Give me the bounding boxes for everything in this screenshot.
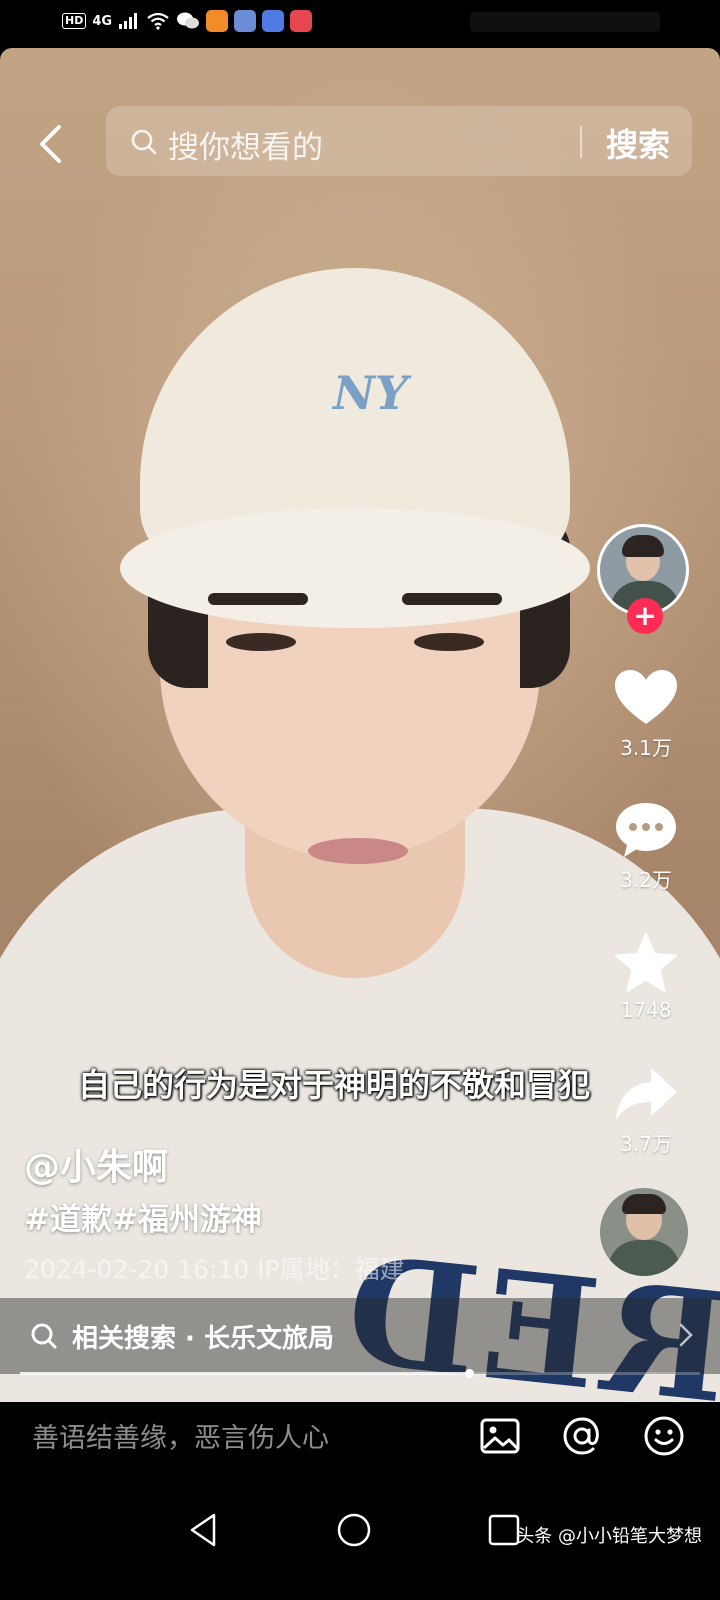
mail-app-icon: [262, 10, 285, 32]
share-icon: [616, 1068, 677, 1120]
wechat-icon: [177, 12, 200, 29]
heart-icon: [615, 670, 677, 724]
video-subtitle: 自己的行为是对于神明的不敬和冒犯: [78, 1066, 591, 1104]
follow-button[interactable]: +: [627, 598, 663, 634]
search-icon: [131, 129, 157, 155]
cap-logo: NY: [333, 366, 408, 420]
watermark: 头条 @小小铅笔大梦想: [516, 1526, 702, 1547]
comment-action[interactable]: 3.2万: [600, 800, 692, 893]
left-eye: [226, 633, 296, 651]
music-app-icon: [234, 10, 257, 32]
left-eyebrow: [208, 593, 308, 605]
search-input[interactable]: 搜你想看的: [168, 122, 323, 167]
back-button[interactable]: [30, 122, 70, 166]
video-meta: 2024-02-20 16:10 IP属地：福建: [24, 1255, 405, 1284]
comment-bar: 善语结善缘，恶言伤人心: [0, 1402, 720, 1482]
video-hashtags[interactable]: #道歉#福州游神: [24, 1194, 262, 1239]
video-app-icon: [206, 10, 229, 32]
right-eyebrow: [402, 593, 502, 605]
author-name[interactable]: @小朱啊: [24, 1138, 168, 1190]
nav-back-icon[interactable]: [184, 1510, 224, 1550]
like-action[interactable]: 3.1万: [600, 668, 692, 761]
comment-input[interactable]: 善语结善缘，恶言伤人心: [32, 1416, 329, 1455]
search-button[interactable]: 搜索: [606, 120, 670, 166]
disc-hair: [622, 1194, 666, 1214]
search-bar[interactable]: 搜你想看的 搜索: [106, 106, 692, 176]
hd-indicator: HD: [62, 13, 87, 29]
store-app-icon: [290, 10, 313, 32]
progress-fill: [20, 1372, 469, 1375]
comment-count: 3.2万: [620, 868, 672, 892]
video-player[interactable]: NY RED SOX 搜你想看的 搜索 + 3.1万: [0, 48, 720, 1402]
share-action[interactable]: 3.7万: [600, 1064, 692, 1157]
at-icon[interactable]: [560, 1414, 604, 1458]
favorite-action[interactable]: 1748: [600, 932, 692, 1022]
share-count: 3.7万: [620, 1132, 672, 1156]
video-progress-bar[interactable]: [20, 1369, 700, 1378]
like-count: 3.1万: [620, 736, 672, 760]
progress-knob[interactable]: [464, 1369, 474, 1378]
status-bar: HD 4G: [0, 0, 720, 48]
status-bar-right-blurred: [470, 12, 660, 32]
favorite-count: 1748: [620, 998, 672, 1022]
music-disc[interactable]: [600, 1188, 688, 1276]
right-eye: [414, 633, 484, 651]
star-icon: [615, 933, 677, 992]
plus-icon: +: [633, 599, 657, 632]
related-search-label: 相关搜索 · 长乐文旅局: [72, 1324, 334, 1354]
image-icon[interactable]: [478, 1414, 522, 1458]
nav-home-icon[interactable]: [334, 1510, 374, 1550]
wifi-icon: [147, 12, 169, 30]
disc-body: [608, 1240, 680, 1276]
status-bar-left: HD 4G: [62, 10, 313, 32]
system-nav-bar: 头条 @小小铅笔大梦想: [0, 1482, 720, 1600]
emoji-icon[interactable]: [642, 1414, 686, 1458]
signal-icon: [119, 13, 138, 29]
comment-icon: [616, 803, 676, 857]
chevron-right-icon: [679, 1323, 693, 1347]
avatar-hair: [622, 535, 664, 557]
back-icon: [40, 125, 61, 163]
cap-brim: [120, 508, 590, 628]
mouth: [308, 838, 408, 864]
search-icon: [31, 1323, 57, 1349]
related-search-bar[interactable]: 相关搜索 · 长乐文旅局: [0, 1298, 720, 1374]
network-indicator: 4G: [92, 13, 113, 29]
search-divider: [580, 126, 582, 158]
